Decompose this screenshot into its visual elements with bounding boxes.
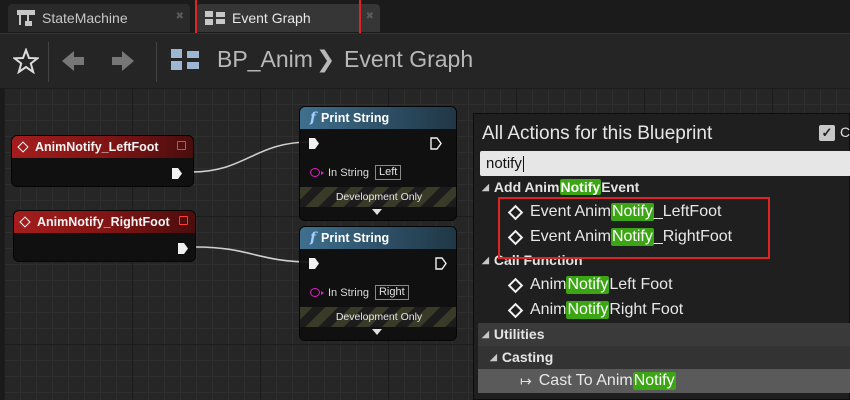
event-node-header: AnimNotify_LeftFoot <box>12 136 193 158</box>
search-input[interactable]: notify <box>480 151 850 176</box>
category-add-anim-notify-event[interactable]: ◢ Add Anim Notify Event <box>482 179 639 195</box>
string-pin[interactable] <box>310 288 324 297</box>
expand-arrow-icon: ◢ <box>482 328 489 339</box>
action-item-anim-notify-right-foot[interactable]: Anim Notify Right Foot <box>507 301 684 319</box>
item-label-post: Left Foot <box>609 276 673 293</box>
category-label: Utilities <box>493 326 545 342</box>
exec-out-pin[interactable] <box>430 137 442 150</box>
function-icon: f <box>310 230 317 246</box>
event-node-title: AnimNotify_LeftFoot <box>35 140 159 154</box>
development-only-banner: Development Only <box>300 307 456 327</box>
category-label: Casting <box>501 349 554 365</box>
item-label-pre: Cast To Anim <box>538 372 633 389</box>
category-label-post: Event <box>601 179 640 195</box>
category-label-pre: Add Anim <box>493 179 560 195</box>
event-icon <box>507 302 524 318</box>
in-string-row: In String Left <box>310 165 402 180</box>
item-label-pre: Anim <box>530 301 567 318</box>
in-string-value[interactable]: Left <box>374 165 402 180</box>
action-item-event-leftfoot[interactable]: Event Anim Notify _LeftFoot <box>507 203 722 221</box>
search-match-highlight: Notify <box>566 276 610 294</box>
in-string-label: In String <box>328 166 369 179</box>
print-string-title: Print String <box>321 231 390 245</box>
context-sensitive-checkbox[interactable]: ✓ <box>819 125 835 141</box>
event-node-rightfoot[interactable]: AnimNotify_RightFoot <box>13 210 196 262</box>
event-icon <box>507 204 524 220</box>
delegate-pin[interactable] <box>179 216 188 225</box>
item-label-pre: Event Anim <box>530 203 611 220</box>
chevron-down-icon[interactable] <box>372 329 382 335</box>
event-icon <box>507 277 524 293</box>
search-match-highlight: Notify <box>610 228 654 246</box>
event-node-header: AnimNotify_RightFoot <box>14 211 195 233</box>
exec-out-pin[interactable] <box>435 257 447 270</box>
search-input-value: notify <box>486 155 522 172</box>
item-label-post: Right Foot <box>609 301 684 318</box>
event-icon <box>507 229 524 245</box>
exec-in-pin[interactable] <box>308 137 320 150</box>
search-match-highlight: Notify <box>566 301 610 319</box>
category-label: Call Function <box>493 252 583 268</box>
exec-in-pin[interactable] <box>308 257 320 270</box>
chevron-down-icon[interactable] <box>372 209 382 215</box>
expand-arrow-icon: ◢ <box>482 254 489 265</box>
item-label-pre: Event Anim <box>530 228 611 245</box>
text-caret <box>522 156 524 173</box>
action-menu: All Actions for this Blueprint ✓ C notif… <box>473 113 850 400</box>
search-match-highlight: Notify <box>559 179 602 195</box>
exec-wire <box>191 141 311 173</box>
item-label-pre: Anim <box>530 276 567 293</box>
event-node-title: AnimNotify_RightFoot <box>37 215 170 229</box>
in-string-label: In String <box>328 286 369 299</box>
item-label-post: _RightFoot <box>653 228 733 245</box>
action-menu-title: All Actions for this Blueprint <box>482 123 713 144</box>
item-label-post: _LeftFoot <box>653 203 722 220</box>
search-match-highlight: Notify <box>632 372 676 390</box>
context-sensitive-label: C <box>840 124 850 140</box>
development-only-banner: Development Only <box>300 187 456 207</box>
print-string-node[interactable]: f Print String In String Right Developme… <box>299 226 457 341</box>
exec-wire <box>195 246 313 263</box>
exec-out-pin[interactable] <box>177 242 189 255</box>
print-string-node[interactable]: f Print String In String Left Developmen… <box>299 106 457 221</box>
delegate-pin[interactable] <box>177 141 186 150</box>
string-pin[interactable] <box>310 168 324 177</box>
action-item-anim-notify-left-foot[interactable]: Anim Notify Left Foot <box>507 276 673 294</box>
print-string-header: f Print String <box>300 107 456 129</box>
category-utilities[interactable]: ◢ Utilities <box>482 326 545 342</box>
in-string-value[interactable]: Right <box>374 285 409 300</box>
expand-arrow-icon: ◢ <box>490 351 497 362</box>
event-icon <box>19 216 31 228</box>
exec-out-pin[interactable] <box>171 167 183 180</box>
event-node-leftfoot[interactable]: AnimNotify_LeftFoot <box>11 135 194 187</box>
action-item-cast-to-anim-notify[interactable]: ↦ Cast To Anim Notify <box>520 372 676 390</box>
cast-arrow-icon: ↦ <box>520 372 532 389</box>
category-call-function[interactable]: ◢ Call Function <box>482 252 583 268</box>
category-casting[interactable]: ◢ Casting <box>490 349 553 365</box>
in-string-row: In String Right <box>310 285 409 300</box>
function-icon: f <box>310 110 317 126</box>
print-string-title: Print String <box>321 111 390 125</box>
event-icon <box>17 141 29 153</box>
print-string-header: f Print String <box>300 227 456 249</box>
expand-arrow-icon: ◢ <box>482 181 489 192</box>
action-item-event-rightfoot[interactable]: Event Anim Notify _RightFoot <box>507 228 733 246</box>
search-match-highlight: Notify <box>610 203 654 221</box>
